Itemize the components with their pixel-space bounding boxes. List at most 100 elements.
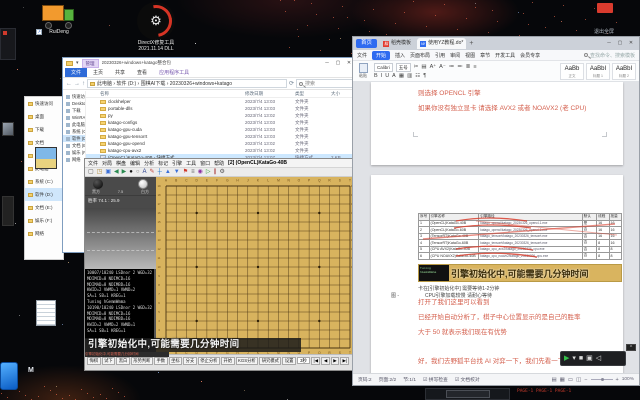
bg-tree-item[interactable]: 下载 bbox=[25, 123, 63, 136]
format-icon-r2-0[interactable]: B bbox=[374, 73, 378, 79]
sidebar-item[interactable]: 软件 (D:) bbox=[63, 135, 85, 142]
sidebar-item[interactable]: 娱乐 (F:) bbox=[63, 149, 85, 156]
nav-button-2[interactable]: ▶ bbox=[330, 357, 340, 365]
black-stone-icon[interactable]: ● bbox=[129, 168, 133, 176]
format-icon-r2-4[interactable]: ▦ bbox=[399, 73, 404, 79]
fragment-button[interactable] bbox=[445, 390, 490, 398]
contextual-tab[interactable]: 管理 bbox=[81, 58, 99, 68]
ribbon-tab-0[interactable]: 文件 bbox=[357, 52, 367, 59]
outline-icon[interactable]: ◫ bbox=[576, 377, 581, 383]
winrate-graph[interactable] bbox=[85, 208, 156, 269]
ribbon-tab-5[interactable]: 审阅 bbox=[450, 52, 460, 59]
ribbon-tab-8[interactable]: 开发工具 bbox=[495, 52, 515, 59]
flag-icon[interactable]: ⚑ bbox=[183, 168, 188, 176]
folder-row[interactable]: py 2023/7/4 13:02 文件夹 bbox=[86, 112, 357, 119]
paste-button[interactable]: 粘贴 bbox=[356, 62, 370, 80]
forward-icon[interactable]: → bbox=[74, 81, 80, 87]
maximize-button[interactable]: ▢ bbox=[615, 39, 625, 48]
doc-page-2[interactable]: 序号 引擎名称 引擎路径 默认 线程 批量 1 (OpenCL)KataGo-40B katag… bbox=[371, 175, 623, 373]
explorer-tab-4[interactable]: 应用程序工具 bbox=[153, 68, 195, 77]
sidebar-item[interactable]: Desktop bbox=[63, 100, 85, 107]
go-button-5[interactable]: 坐标 bbox=[168, 357, 183, 365]
format-icon-r1-6[interactable]: ≣ bbox=[466, 64, 471, 70]
format-icon-r1-0[interactable]: ✂ bbox=[414, 64, 419, 70]
explorer-tab-1[interactable]: 主页 bbox=[87, 68, 109, 77]
explorer-tab-3[interactable]: 查看 bbox=[131, 68, 153, 77]
go-menu-2[interactable]: 棋盘 bbox=[116, 160, 126, 167]
search-input[interactable]: 搜索 bbox=[296, 79, 354, 88]
nav-button-0[interactable]: |◀ bbox=[310, 357, 321, 365]
grid-icon[interactable]: ┼ bbox=[158, 168, 162, 176]
sidebar-item[interactable]: 下载 bbox=[63, 107, 85, 114]
explorer-titlebar[interactable]: ▾ 管理 20230326+windows+katago整合包 ─ ▢ ✕ bbox=[63, 58, 357, 68]
up-icon[interactable]: ↑ bbox=[82, 81, 85, 87]
bg-tree-item[interactable]: 文档 (E:) bbox=[25, 201, 63, 214]
go-menu-6[interactable]: 引擎 bbox=[172, 160, 182, 167]
undo-icon[interactable]: ◀ bbox=[114, 168, 119, 176]
address-input[interactable]: 此电脑 › 软件 (D:) › 围棋AI下载 › 20230326+window… bbox=[87, 79, 287, 88]
format-icon-r1-7[interactable]: ≡ bbox=[473, 64, 476, 70]
nav-button-1[interactable]: ◀ bbox=[321, 357, 330, 365]
ribbon-tab-3[interactable]: 页面布局 bbox=[410, 52, 430, 59]
stop-icon[interactable]: ■ bbox=[579, 352, 583, 365]
go-button-3[interactable]: 形势判断 bbox=[130, 357, 153, 365]
desktop-icon-fragment[interactable] bbox=[2, 122, 14, 136]
quick-access-toolbar[interactable]: ▾ bbox=[76, 60, 79, 66]
sidebar-item[interactable]: 系统 (C:) bbox=[63, 128, 85, 135]
go-menu-0[interactable]: 文件 bbox=[88, 160, 98, 167]
engine-console[interactable]: 10007/10240 LSDnor 2 WGD=32 MDIMCD=8 NDIM… bbox=[85, 269, 156, 339]
window-controls[interactable]: ─ ▢ ✕ bbox=[604, 39, 636, 48]
go-button-4[interactable]: 手数 bbox=[153, 357, 168, 365]
photo-thumbnail[interactable] bbox=[35, 147, 57, 169]
window-controls[interactable]: ─ ▢ ✕ bbox=[322, 59, 354, 68]
nav-button-3[interactable]: ▶| bbox=[340, 357, 350, 365]
save-icon[interactable]: ▣ bbox=[105, 168, 111, 176]
ribbon-tab-7[interactable]: 章节 bbox=[480, 52, 490, 59]
zoom-out-button[interactable]: − bbox=[584, 377, 587, 383]
format-icon-r1-2[interactable]: A⁺ bbox=[430, 64, 437, 70]
settings-icon[interactable]: ⚙ bbox=[220, 168, 225, 176]
bg-tree-item[interactable]: 快速访问 bbox=[25, 97, 63, 110]
folder-row[interactable]: katago-cpu-avx2 2023/7/4 13:02 文件夹 bbox=[86, 147, 357, 154]
ribbon-tab-1[interactable]: 开始 bbox=[372, 50, 391, 60]
format-icon-r1-5[interactable]: ≕ bbox=[457, 64, 463, 70]
ribbon-tab-2[interactable]: 插入 bbox=[395, 52, 405, 59]
status-item-4[interactable]: ☑ 文档校对 bbox=[455, 376, 480, 383]
template-tab[interactable]: 稻 稻壳模板 bbox=[380, 38, 414, 49]
column-headers[interactable]: 名称 修改日期 类型 大小 bbox=[86, 91, 357, 98]
go-button-9[interactable]: KGS分析 bbox=[235, 357, 259, 365]
style-box-1[interactable]: AaBbI 标题 1 bbox=[586, 62, 610, 80]
format-icon-r2-7[interactable]: ¶ bbox=[423, 73, 426, 79]
redo-icon[interactable]: ▶ bbox=[122, 168, 127, 176]
folder-row[interactable]: clockhelper 2023/7/4 13:03 文件夹 bbox=[86, 98, 357, 105]
bg-tree-item[interactable]: 网络 bbox=[25, 227, 63, 240]
desktop-icon-truck[interactable]: ↗ RuiDeng bbox=[36, 3, 82, 35]
ribbon-tab-4[interactable]: 引用 bbox=[435, 52, 445, 59]
prev-icon[interactable]: ◁ bbox=[596, 352, 601, 365]
font-size-select[interactable]: 五号 bbox=[395, 62, 411, 72]
pause-icon[interactable]: ∥ bbox=[214, 168, 217, 176]
bg-tree-item[interactable]: 娱乐 (F:) bbox=[25, 214, 63, 227]
format-icon-r2-6[interactable]: ☷ bbox=[415, 73, 420, 79]
list-icon[interactable]: ≡ bbox=[191, 168, 195, 176]
sidebar-item[interactable]: 快速访问 bbox=[63, 93, 85, 100]
zoom-in-button[interactable]: + bbox=[616, 377, 619, 383]
new-board-icon[interactable]: ▢ bbox=[88, 168, 94, 176]
maximize-button[interactable]: ▢ bbox=[333, 59, 343, 68]
fullread-icon[interactable]: ▦ bbox=[560, 377, 565, 383]
refresh-icon[interactable]: ⟳ bbox=[289, 80, 294, 87]
desktop-icon-fragment[interactable] bbox=[2, 196, 14, 226]
open-icon[interactable]: ◳ bbox=[97, 168, 103, 176]
folder-row[interactable]: katago-gpu-opencl 2023/7/4 13:02 文件夹 bbox=[86, 140, 357, 147]
go-menu-9[interactable]: 帮助 bbox=[214, 160, 224, 167]
bg-tree-item[interactable]: 软件 (D:) bbox=[25, 188, 63, 201]
format-icon-r2-3[interactable]: Ꭺ bbox=[392, 73, 396, 80]
format-icon-r1-3[interactable]: A⁻ bbox=[439, 64, 446, 70]
status-item-1[interactable]: 页面:2/2 bbox=[379, 376, 397, 383]
down-icon[interactable]: ▼ bbox=[174, 168, 180, 176]
media-control-bar[interactable]: ▶ ▾ ■ ▣ ◁ bbox=[560, 351, 626, 366]
zoom-value[interactable]: 100% bbox=[622, 377, 634, 382]
letter-mark-icon[interactable]: A bbox=[143, 168, 147, 176]
sidebar-item[interactable]: 网络 bbox=[63, 156, 85, 163]
bg-tree-item[interactable]: 系统 (C:) bbox=[25, 175, 63, 188]
